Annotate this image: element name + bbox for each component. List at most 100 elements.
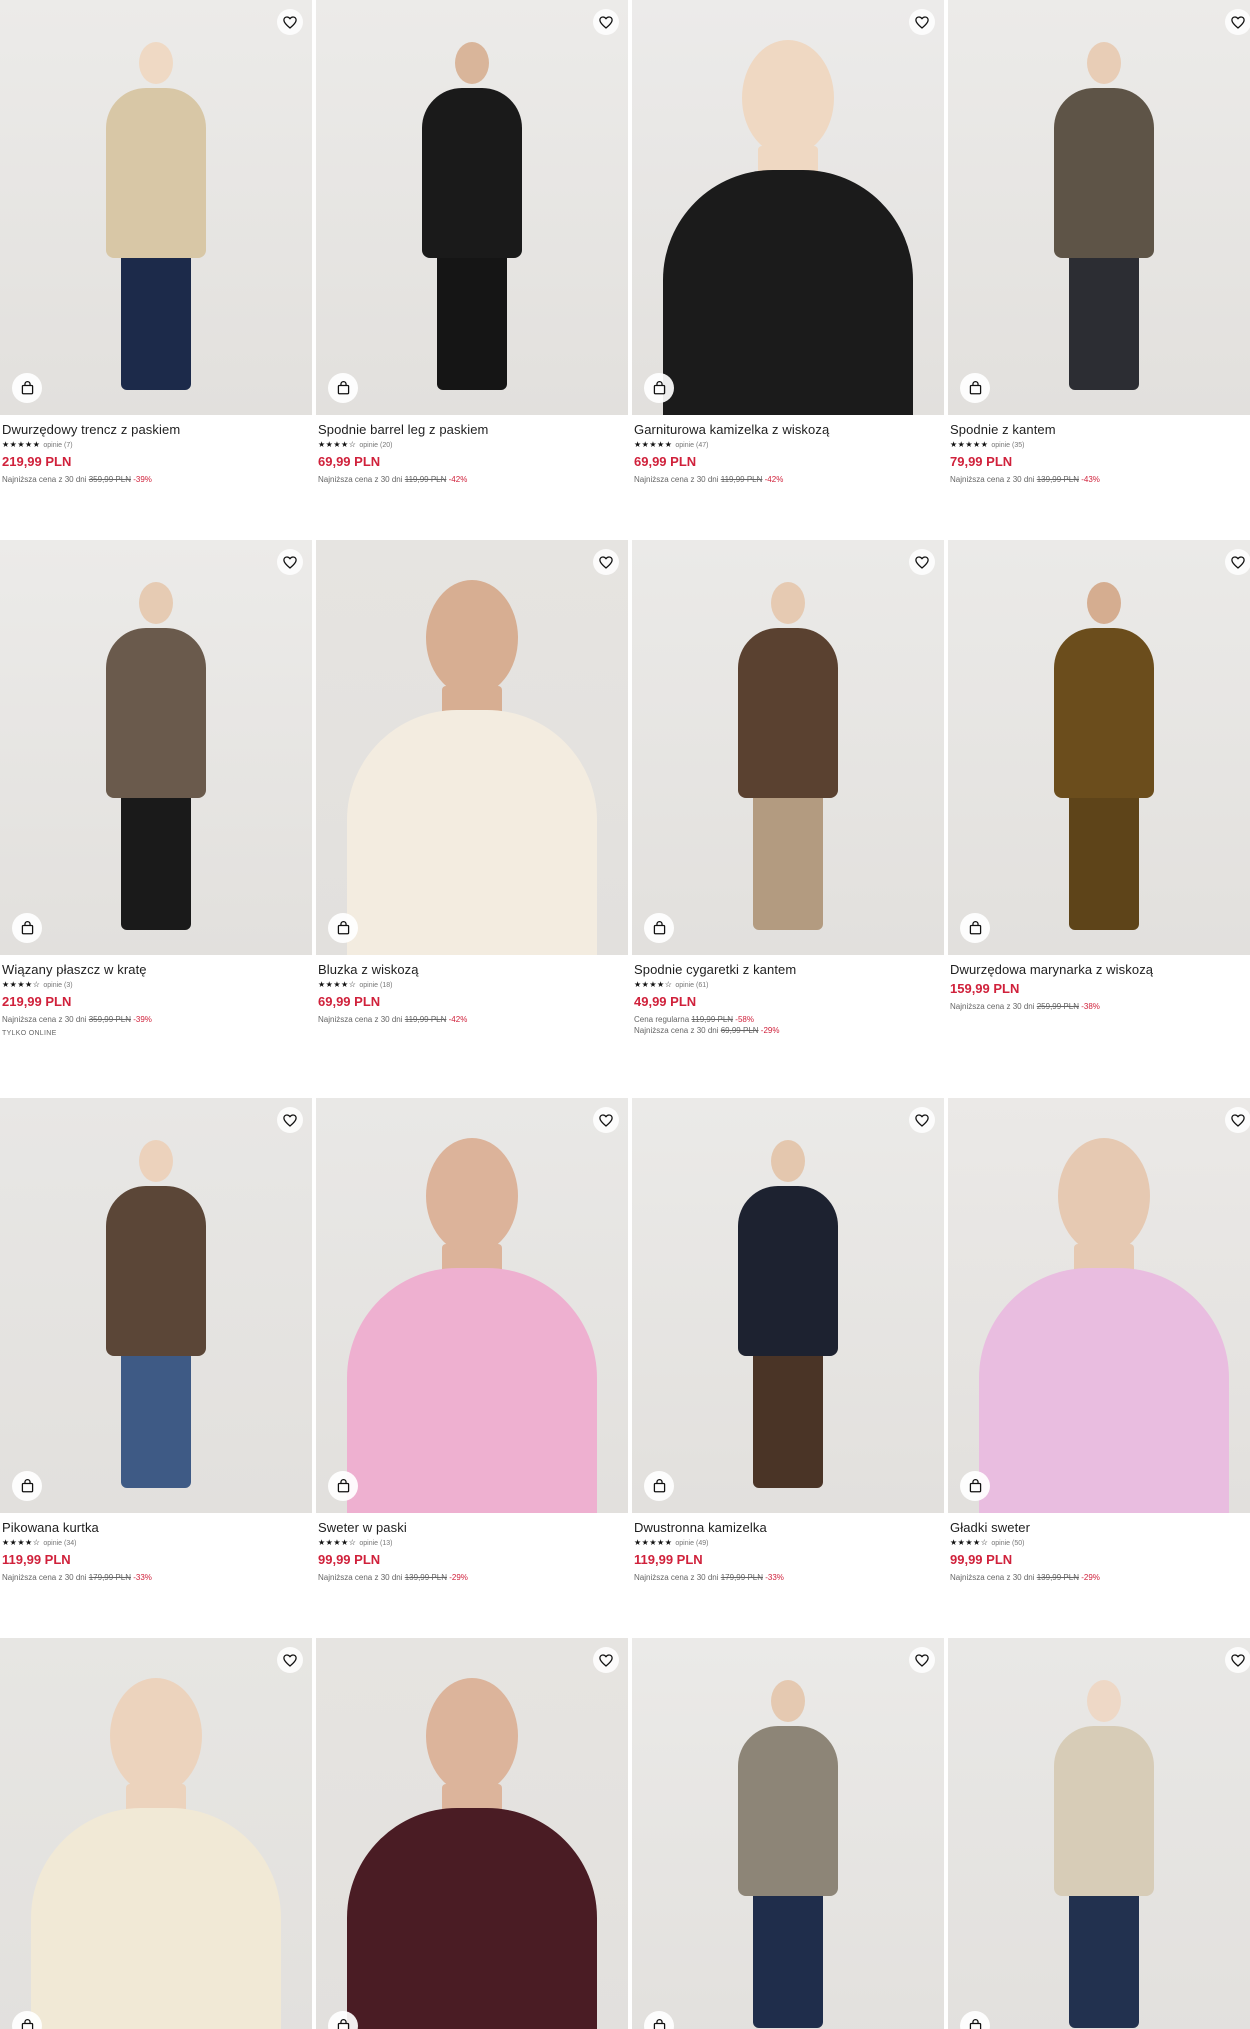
product-image[interactable] bbox=[948, 1638, 1250, 2029]
model-garment bbox=[106, 88, 206, 258]
product-price: 219,99 PLN bbox=[2, 994, 72, 1009]
product-image[interactable] bbox=[316, 0, 628, 415]
heart-outline-icon[interactable] bbox=[593, 549, 619, 575]
product-image[interactable] bbox=[948, 1098, 1250, 1513]
product-image[interactable] bbox=[0, 540, 312, 955]
product-image[interactable] bbox=[632, 1098, 944, 1513]
review-count[interactable]: opinie (50) bbox=[991, 1540, 1024, 1547]
heart-outline-icon[interactable] bbox=[277, 1107, 303, 1133]
heart-outline-icon[interactable] bbox=[909, 549, 935, 575]
product-card[interactable]: Spodnie barrel leg z paskiem ★★★★☆ opinie … bbox=[316, 0, 628, 484]
heart-outline-icon[interactable] bbox=[1225, 1647, 1250, 1673]
product-name[interactable]: Dwustronna kamizelka bbox=[634, 1520, 942, 1535]
product-image[interactable] bbox=[316, 1098, 628, 1513]
product-name[interactable]: Garniturowa kamizelka z wiskozą bbox=[634, 422, 942, 437]
heart-outline-icon[interactable] bbox=[1225, 1107, 1250, 1133]
product-image[interactable] bbox=[316, 540, 628, 955]
product-card[interactable]: Gładki sweter ★★★★☆ opinie (50) 99,99 PLN Na… bbox=[948, 1098, 1250, 1582]
review-count[interactable]: opinie (20) bbox=[359, 442, 392, 449]
product-card[interactable]: Bluzka z wiskozą ★★★★☆ opinie (18) 69,99 PL… bbox=[316, 540, 628, 1024]
shopping-bag-icon[interactable] bbox=[644, 1471, 674, 1501]
shopping-bag-icon[interactable] bbox=[328, 373, 358, 403]
review-count[interactable]: opinie (13) bbox=[359, 1540, 392, 1547]
review-count[interactable]: opinie (47) bbox=[675, 442, 708, 449]
heart-outline-icon[interactable] bbox=[277, 549, 303, 575]
shopping-bag-icon[interactable] bbox=[960, 373, 990, 403]
product-name[interactable]: Dwurzędowy trencz z paskiem bbox=[2, 422, 310, 437]
old-price: 119,99 PLN bbox=[404, 475, 447, 484]
shopping-bag-icon[interactable] bbox=[960, 913, 990, 943]
review-count[interactable]: opinie (7) bbox=[43, 442, 72, 449]
product-card[interactable] bbox=[948, 1638, 1250, 2029]
review-count[interactable]: opinie (18) bbox=[359, 982, 392, 989]
product-card[interactable]: Garniturowa kamizelka z wiskozą ★★★★★ opin… bbox=[632, 0, 944, 484]
product-image[interactable] bbox=[632, 1638, 944, 2029]
model-garment bbox=[106, 628, 206, 798]
rating-stars: ★★★★☆ bbox=[634, 980, 673, 989]
product-card[interactable] bbox=[632, 1638, 944, 2029]
product-card[interactable]: Sweter w paski ★★★★☆ opinie (13) 99,99 PLN N… bbox=[316, 1098, 628, 1582]
review-count[interactable]: opinie (61) bbox=[675, 982, 708, 989]
product-rating: ★★★★☆ opinie (3) bbox=[2, 980, 310, 990]
product-image[interactable] bbox=[316, 1638, 628, 2029]
heart-outline-icon[interactable] bbox=[909, 1647, 935, 1673]
product-name[interactable]: Spodnie barrel leg z paskiem bbox=[318, 422, 626, 437]
shopping-bag-icon[interactable] bbox=[644, 373, 674, 403]
product-card[interactable]: Spodnie z kantem ★★★★★ opinie (35) 79,99 PL… bbox=[948, 0, 1250, 484]
product-image[interactable] bbox=[948, 540, 1250, 955]
shopping-bag-icon[interactable] bbox=[12, 1471, 42, 1501]
product-card[interactable]: Spodnie cygaretki z kantem ★★★★☆ opinie (6… bbox=[632, 540, 944, 1035]
product-card[interactable] bbox=[0, 1638, 312, 2029]
product-name[interactable]: Wiązany płaszcz w kratę bbox=[2, 962, 310, 977]
product-card[interactable] bbox=[316, 1638, 628, 2029]
product-image[interactable] bbox=[0, 1098, 312, 1513]
review-count[interactable]: opinie (49) bbox=[675, 1540, 708, 1547]
shopping-bag-icon[interactable] bbox=[644, 913, 674, 943]
heart-outline-icon[interactable] bbox=[909, 1107, 935, 1133]
model-garment bbox=[738, 628, 838, 798]
heart-outline-icon[interactable] bbox=[277, 9, 303, 35]
product-name[interactable]: Spodnie z kantem bbox=[950, 422, 1250, 437]
product-card[interactable]: Dwurzędowy trencz z paskiem ★★★★★ opinie (… bbox=[0, 0, 312, 484]
heart-outline-icon[interactable] bbox=[593, 9, 619, 35]
product-card[interactable]: Dwustronna kamizelka ★★★★★ opinie (49) 119,… bbox=[632, 1098, 944, 1582]
product-price: 159,99 PLN bbox=[950, 981, 1020, 996]
heart-outline-icon[interactable] bbox=[1225, 549, 1250, 575]
product-card[interactable]: Dwurzędowa marynarka z wiskozą 159,99 PLN… bbox=[948, 540, 1250, 1011]
shopping-bag-icon[interactable] bbox=[328, 913, 358, 943]
product-name[interactable]: Sweter w paski bbox=[318, 1520, 626, 1535]
shopping-bag-icon[interactable] bbox=[12, 373, 42, 403]
lowest-price-note: Najniższa cena z 30 dni 179,99 PLN -33% bbox=[634, 1573, 942, 1582]
shopping-bag-icon[interactable] bbox=[12, 913, 42, 943]
product-name[interactable]: Pikowana kurtka bbox=[2, 1520, 310, 1535]
old-price: 359,99 PLN bbox=[88, 475, 131, 484]
rating-stars: ★★★★★ bbox=[950, 440, 989, 449]
note-label: Najniższa cena z 30 dni bbox=[950, 1573, 1035, 1582]
product-image[interactable] bbox=[632, 540, 944, 955]
product-image[interactable] bbox=[0, 0, 312, 415]
shopping-bag-icon[interactable] bbox=[960, 1471, 990, 1501]
heart-outline-icon[interactable] bbox=[909, 9, 935, 35]
heart-outline-icon[interactable] bbox=[593, 1107, 619, 1133]
heart-outline-icon[interactable] bbox=[1225, 9, 1250, 35]
product-name[interactable]: Spodnie cygaretki z kantem bbox=[634, 962, 942, 977]
shopping-bag-icon[interactable] bbox=[644, 2011, 674, 2029]
lowest-price-note: Najniższa cena z 30 dni 179,99 PLN -33% bbox=[2, 1573, 310, 1582]
heart-outline-icon[interactable] bbox=[277, 1647, 303, 1673]
product-card[interactable]: Wiązany płaszcz w kratę ★★★★☆ opinie (3) 21… bbox=[0, 540, 312, 1037]
product-image[interactable] bbox=[632, 0, 944, 415]
heart-outline-icon[interactable] bbox=[593, 1647, 619, 1673]
discount-badge: -29% bbox=[760, 1026, 780, 1035]
shopping-bag-icon[interactable] bbox=[960, 2011, 990, 2029]
product-image[interactable] bbox=[0, 1638, 312, 2029]
product-name[interactable]: Dwurzędowa marynarka z wiskozą bbox=[950, 962, 1250, 977]
product-name[interactable]: Gładki sweter bbox=[950, 1520, 1250, 1535]
product-image[interactable] bbox=[948, 0, 1250, 415]
product-name[interactable]: Bluzka z wiskozą bbox=[318, 962, 626, 977]
review-count[interactable]: opinie (35) bbox=[991, 442, 1024, 449]
online-only-label: TYLKO ONLINE bbox=[2, 1030, 57, 1037]
product-card[interactable]: Pikowana kurtka ★★★★☆ opinie (34) 119,99 PL… bbox=[0, 1098, 312, 1582]
review-count[interactable]: opinie (3) bbox=[43, 982, 72, 989]
review-count[interactable]: opinie (34) bbox=[43, 1540, 76, 1547]
shopping-bag-icon[interactable] bbox=[328, 1471, 358, 1501]
